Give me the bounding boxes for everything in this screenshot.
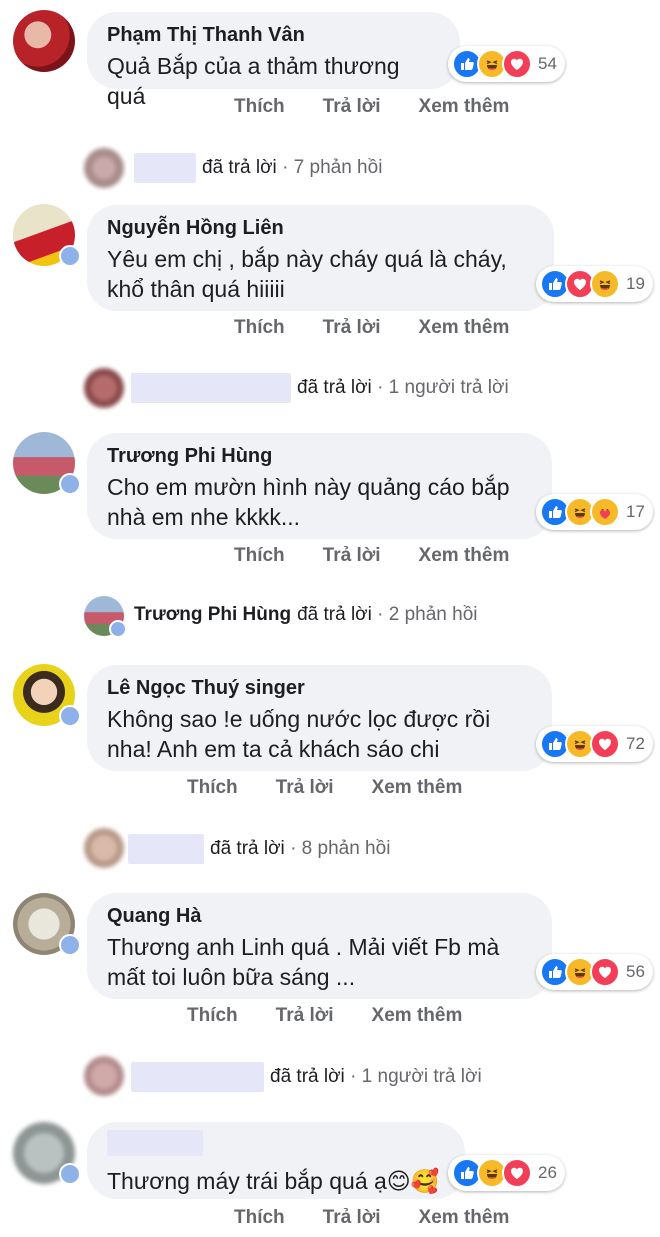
comment-text: Cho em mườn hình này quảng cáo bắp nhà em… bbox=[107, 474, 510, 530]
comment-text: Thương máy trái bắp quá ạ😊🥰 bbox=[107, 1168, 440, 1194]
comment-author[interactable]: Nguyễn Hồng Liên bbox=[107, 216, 534, 240]
comment-bubble: Lê Ngọc Thuý singer Không sao !e uống nư… bbox=[87, 665, 552, 771]
reply-action[interactable]: Trả lời bbox=[276, 1005, 334, 1027]
comment-author[interactable]: Phạm Thị Thanh Vân bbox=[107, 23, 440, 47]
avatar[interactable] bbox=[13, 10, 75, 72]
reply-action[interactable]: Trả lời bbox=[323, 545, 381, 567]
love-icon bbox=[502, 49, 532, 79]
like-action[interactable]: Thích bbox=[234, 1207, 285, 1229]
comment-bubble: Trương Phi Hùng Cho em mườn hình này quả… bbox=[87, 433, 552, 539]
comment-bubble: Nguyễn Hồng Liên Yêu em chị , bắp này ch… bbox=[87, 205, 554, 311]
reaction-count: 72 bbox=[626, 734, 645, 753]
comment-actions: Thích Trả lời Xem thêm bbox=[234, 96, 547, 118]
comment-actions: Thích Trả lời Xem thêm bbox=[234, 1207, 547, 1229]
like-action[interactable]: Thích bbox=[234, 545, 285, 567]
online-status-icon bbox=[59, 1163, 81, 1185]
love-icon bbox=[502, 1158, 532, 1188]
reaction-count: 17 bbox=[626, 502, 645, 521]
blurred-name bbox=[131, 1062, 264, 1092]
reply-action[interactable]: Trả lời bbox=[276, 777, 334, 799]
like-action[interactable]: Thích bbox=[187, 1005, 238, 1027]
care-icon bbox=[590, 497, 620, 527]
reply-avatar[interactable] bbox=[84, 148, 124, 188]
reaction-summary[interactable]: 72 bbox=[536, 726, 653, 762]
love-icon bbox=[590, 957, 620, 987]
reply-summary[interactable]: đã trả lời · 1 người trả lời bbox=[131, 1062, 482, 1092]
online-status-icon bbox=[59, 473, 81, 495]
reaction-summary[interactable]: 54 bbox=[448, 46, 565, 82]
more-action[interactable]: Xem thêm bbox=[419, 545, 510, 567]
reaction-count: 26 bbox=[538, 1163, 557, 1182]
blurred-name bbox=[107, 1130, 203, 1156]
blurred-name bbox=[128, 834, 204, 864]
reply-action[interactable]: Trả lời bbox=[323, 96, 381, 118]
more-action[interactable]: Xem thêm bbox=[419, 96, 510, 118]
comment-bubble: Quang Hà Thương anh Linh quá . Mải viết … bbox=[87, 893, 552, 999]
online-status-icon bbox=[109, 620, 127, 638]
comment-actions: Thích Trả lời Xem thêm bbox=[187, 1005, 500, 1027]
love-icon bbox=[590, 729, 620, 759]
comment-text: Thương anh Linh quá . Mải viết Fb mà mất … bbox=[107, 934, 500, 990]
more-action[interactable]: Xem thêm bbox=[419, 317, 510, 339]
reply-avatar[interactable] bbox=[84, 1056, 124, 1096]
blurred-name bbox=[134, 153, 196, 183]
reply-summary[interactable]: đã trả lời · 1 người trả lời bbox=[131, 373, 509, 403]
more-action[interactable]: Xem thêm bbox=[372, 777, 463, 799]
reaction-summary[interactable]: 19 bbox=[536, 266, 653, 302]
reply-author[interactable]: Trương Phi Hùng bbox=[134, 604, 291, 626]
reaction-count: 19 bbox=[626, 274, 645, 293]
reaction-summary[interactable]: 17 bbox=[536, 494, 653, 530]
comment-author[interactable]: Lê Ngọc Thuý singer bbox=[107, 676, 532, 700]
reaction-summary[interactable]: 26 bbox=[448, 1155, 565, 1191]
reply-summary[interactable]: Trương Phi Hùng đã trả lời · 2 phản hồi bbox=[134, 604, 478, 626]
reaction-count: 54 bbox=[538, 54, 557, 73]
like-action[interactable]: Thích bbox=[234, 96, 285, 118]
comment-actions: Thích Trả lời Xem thêm bbox=[234, 317, 547, 339]
online-status-icon bbox=[59, 705, 81, 727]
reaction-summary[interactable]: 56 bbox=[536, 954, 653, 990]
comment-author[interactable]: Trương Phi Hùng bbox=[107, 444, 532, 468]
reply-action[interactable]: Trả lời bbox=[323, 317, 381, 339]
comment-text: Yêu em chị , bắp này cháy quá là cháy, kh… bbox=[107, 246, 507, 302]
online-status-icon bbox=[59, 245, 81, 267]
comment-bubble: Phạm Thị Thanh Vân Quả Bắp của a thảm th… bbox=[87, 12, 460, 109]
reply-summary[interactable]: đã trả lời · 8 phản hồi bbox=[128, 834, 390, 864]
comment-text: Không sao !e uống nước lọc được rồi nha! … bbox=[107, 706, 491, 762]
comment-actions: Thích Trả lời Xem thêm bbox=[187, 777, 500, 799]
online-status-icon bbox=[59, 934, 81, 956]
comment-author[interactable]: Quang Hà bbox=[107, 904, 532, 928]
more-action[interactable]: Xem thêm bbox=[372, 1005, 463, 1027]
reaction-count: 56 bbox=[626, 962, 645, 981]
reply-avatar[interactable] bbox=[84, 828, 124, 868]
haha-icon bbox=[590, 269, 620, 299]
like-action[interactable]: Thích bbox=[234, 317, 285, 339]
reply-action[interactable]: Trả lời bbox=[323, 1207, 381, 1229]
blurred-name bbox=[131, 373, 291, 403]
reply-avatar[interactable] bbox=[84, 368, 124, 408]
like-action[interactable]: Thích bbox=[187, 777, 238, 799]
reply-summary[interactable]: đã trả lời · 7 phản hồi bbox=[134, 153, 382, 183]
comment-actions: Thích Trả lời Xem thêm bbox=[234, 545, 547, 567]
more-action[interactable]: Xem thêm bbox=[419, 1207, 510, 1229]
comment-author[interactable] bbox=[107, 1130, 445, 1162]
comment-bubble: Thương máy trái bắp quá ạ😊🥰 bbox=[87, 1122, 465, 1199]
